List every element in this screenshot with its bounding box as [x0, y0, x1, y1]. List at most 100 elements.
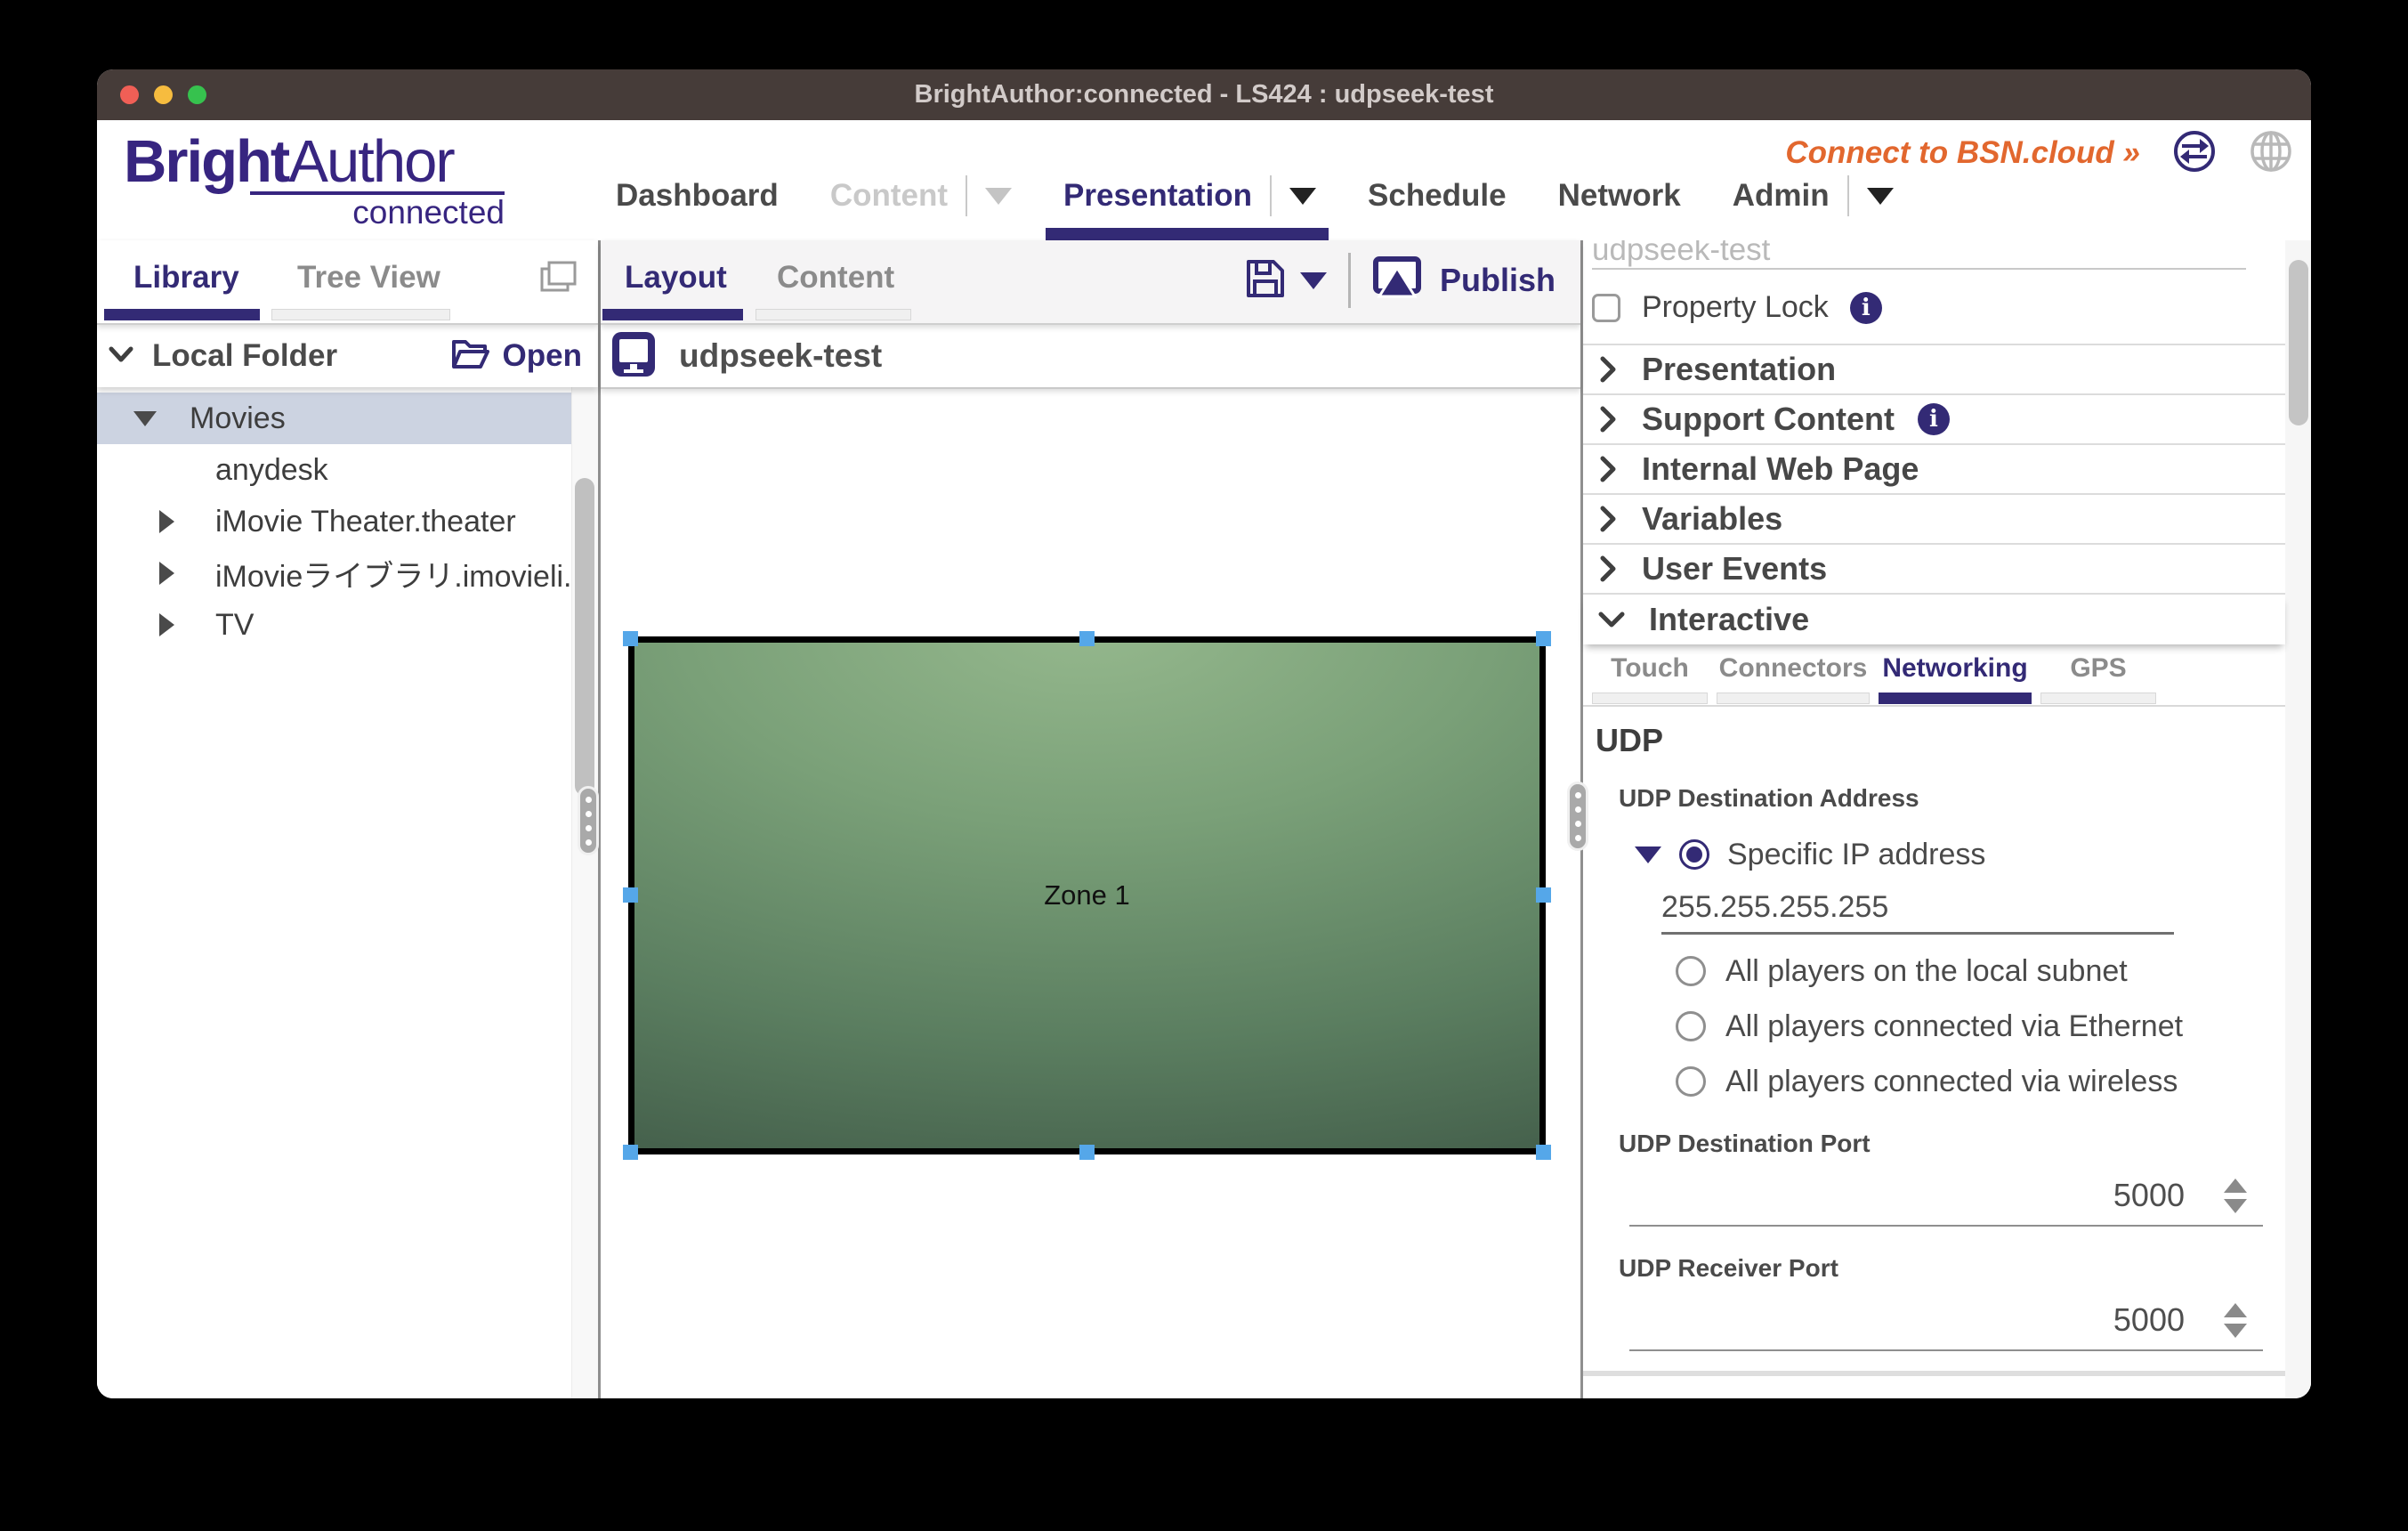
udp-destination-port-input[interactable]: 5000 [2113, 1177, 2185, 1214]
tree-row-anydesk[interactable]: anydesk [97, 444, 598, 496]
open-button[interactable]: Open [503, 338, 582, 374]
section-label: Interactive [1649, 601, 1809, 638]
section-user-events[interactable]: User Events [1583, 545, 2285, 595]
udp-receiver-port-input[interactable]: 5000 [2113, 1301, 2185, 1339]
stepper-down-icon[interactable] [2224, 1324, 2247, 1338]
local-subnet-radio[interactable] [1676, 956, 1706, 986]
option-local-subnet: All players on the local subnet [1676, 952, 2285, 990]
main-area: Library Tree View Local Folder [97, 240, 2311, 1398]
stepper-icon[interactable] [2224, 1179, 2247, 1213]
info-icon[interactable]: i [1850, 292, 1882, 324]
chevron-down-icon[interactable] [1867, 188, 1894, 205]
save-icon[interactable] [1243, 256, 1288, 305]
zone-resize-handle[interactable] [623, 631, 638, 646]
zone-resize-handle[interactable] [1536, 631, 1551, 646]
zone-1[interactable]: Zone 1 [628, 636, 1546, 1154]
chevron-right-icon [1597, 455, 1619, 483]
section-presentation[interactable]: Presentation [1583, 345, 2285, 395]
presentation-name-field[interactable]: udpseek-test [1592, 240, 2246, 270]
tab-library[interactable]: Library [133, 260, 239, 296]
option-ethernet: All players connected via Ethernet [1676, 1008, 2285, 1045]
tree-collapsed-icon[interactable] [159, 562, 174, 585]
section-label: Support Content [1642, 401, 1895, 438]
tab-touch[interactable]: Touch [1592, 653, 1708, 704]
zone-resize-handle[interactable] [1079, 631, 1095, 646]
library-sidebar: Library Tree View Local Folder [97, 240, 598, 1398]
tab-connectors[interactable]: Connectors [1717, 653, 1870, 704]
tree-label: anydesk [215, 453, 328, 488]
ethernet-radio[interactable] [1676, 1011, 1706, 1041]
stepper-down-icon[interactable] [2224, 1199, 2247, 1213]
tab-gps[interactable]: GPS [2040, 653, 2156, 704]
section-variables[interactable]: Variables [1583, 495, 2285, 545]
zone-resize-handle[interactable] [623, 887, 638, 903]
brightauthor-logo: BrightAuthor connected [124, 131, 505, 231]
section-interactive[interactable]: Interactive [1583, 595, 2285, 644]
publish-icon[interactable] [1372, 255, 1422, 306]
property-lock-checkbox[interactable] [1592, 294, 1620, 322]
interactive-tabs: Touch Connectors Networking GPS [1583, 644, 2285, 707]
nav-content[interactable]: Content [830, 178, 948, 214]
publish-button[interactable]: Publish [1440, 262, 1556, 299]
tree-collapsed-icon[interactable] [159, 613, 174, 636]
transfer-arrows-icon[interactable] [2172, 129, 2217, 178]
connect-bsn-link[interactable]: Connect to BSN.cloud » [1785, 135, 2140, 171]
tab-layout[interactable]: Layout [625, 260, 727, 296]
udp-destination-address-label: UDP Destination Address [1619, 783, 2285, 814]
inspector-splitter-handle[interactable] [1567, 782, 1588, 851]
chevron-down-icon[interactable] [1289, 188, 1316, 205]
save-options-chevron-icon[interactable] [1300, 272, 1327, 289]
tree-row-tv[interactable]: TV [97, 599, 598, 651]
tree-expanded-icon[interactable] [133, 411, 157, 426]
udp-receiver-port-label: UDP Receiver Port [1619, 1253, 2285, 1284]
chevron-down-icon[interactable] [985, 188, 1012, 205]
presentation-name: udpseek-test [679, 337, 882, 375]
nav-admin[interactable]: Admin [1733, 178, 1830, 214]
dropdown-triangle-icon[interactable] [1635, 847, 1661, 863]
panel-detach-icon[interactable] [539, 258, 578, 302]
zone-resize-handle[interactable] [623, 1145, 638, 1160]
nav-presentation-group: Presentation [1063, 151, 1316, 240]
sidebar-scrollbar-thumb[interactable] [575, 478, 594, 796]
tab-networking[interactable]: Networking [1879, 653, 2032, 704]
zone-label: Zone 1 [1044, 879, 1130, 911]
wireless-radio[interactable] [1676, 1066, 1706, 1097]
udp-destination-port-label: UDP Destination Port [1619, 1129, 2285, 1159]
tab-tree-view[interactable]: Tree View [297, 260, 440, 296]
zone-resize-handle[interactable] [1536, 1145, 1551, 1160]
toolbar-separator [1348, 253, 1351, 308]
specific-ip-radio[interactable] [1679, 839, 1709, 870]
stepper-up-icon[interactable] [2224, 1179, 2247, 1193]
canvas-tabs: Layout Content [601, 240, 1580, 325]
tree-row-movies[interactable]: Movies [97, 393, 598, 444]
nav-presentation[interactable]: Presentation [1063, 178, 1252, 214]
layout-canvas-pane: Layout Content [601, 240, 1580, 1398]
nav-dashboard[interactable]: Dashboard [616, 178, 779, 214]
nav-separator [1847, 175, 1849, 216]
globe-icon[interactable] [2249, 129, 2293, 178]
info-icon[interactable]: i [1918, 403, 1950, 435]
open-folder-icon[interactable] [451, 338, 490, 375]
sidebar-splitter-handle[interactable] [578, 786, 599, 855]
nav-network[interactable]: Network [1558, 178, 1681, 214]
window-title: BrightAuthor:connected - LS424 : udpseek… [97, 80, 2311, 109]
zone-resize-handle[interactable] [1536, 887, 1551, 903]
stepper-icon[interactable] [2224, 1303, 2247, 1338]
nav-right-cluster: Connect to BSN.cloud » [1785, 129, 2293, 177]
chevron-down-icon[interactable] [108, 344, 134, 369]
tree-collapsed-icon[interactable] [159, 510, 174, 533]
nav-content-group: Content [830, 151, 1012, 240]
inspector-scrollbar-thumb[interactable] [2289, 260, 2308, 425]
tree-row-imovie-theater[interactable]: iMovie Theater.theater [97, 496, 598, 547]
zone-resize-handle[interactable] [1079, 1145, 1095, 1160]
save-publish-toolbar: Publish [1243, 253, 1556, 308]
tab-content[interactable]: Content [777, 260, 894, 296]
nav-schedule[interactable]: Schedule [1368, 178, 1507, 214]
udp-ip-address-input[interactable]: 255.255.255.255 [1661, 890, 2174, 935]
tree-label: Movies [190, 401, 286, 436]
stepper-up-icon[interactable] [2224, 1303, 2247, 1317]
tree-row-imovie-library[interactable]: iMovieライブラリ.imovieli... [97, 547, 598, 599]
radio-label: All players on the local subnet [1725, 954, 2128, 989]
section-support-content[interactable]: Support Content i [1583, 395, 2285, 445]
section-internal-web-page[interactable]: Internal Web Page [1583, 445, 2285, 495]
